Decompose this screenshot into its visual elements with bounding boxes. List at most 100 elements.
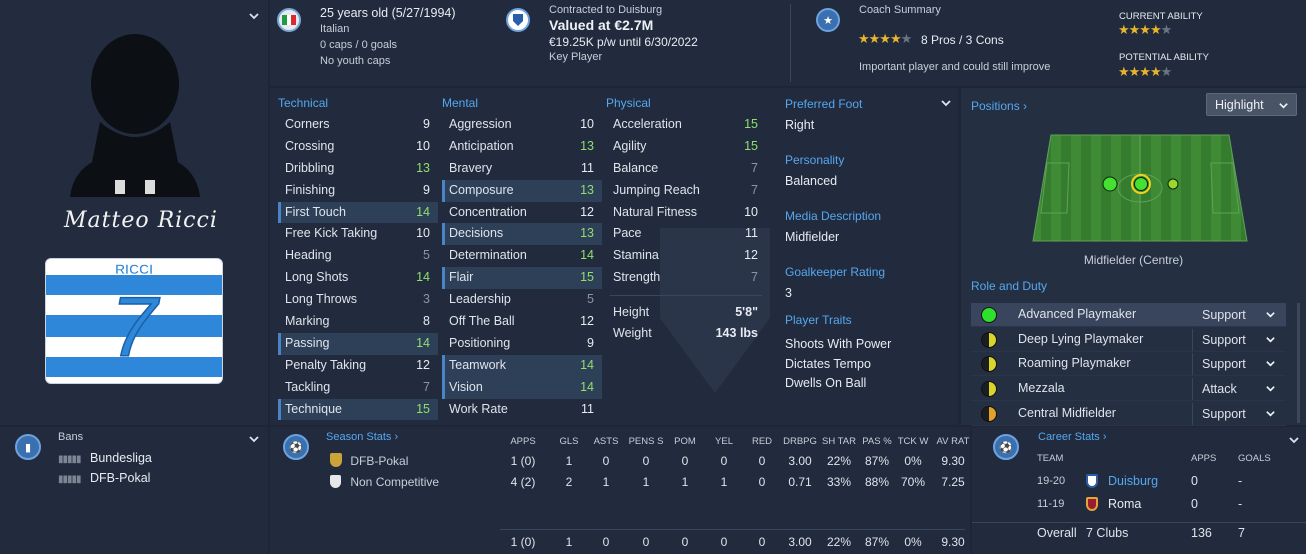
season-column-header[interactable]: DRBPG	[780, 436, 820, 447]
attribute-value: 13	[416, 160, 430, 175]
season-column-header[interactable]: PENS S	[626, 436, 666, 447]
attribute-row[interactable]: Free Kick Taking 10	[278, 223, 438, 245]
duty-dropdown[interactable]: Support	[1192, 304, 1284, 326]
role-row[interactable]: Roaming Playmaker Support	[971, 352, 1286, 376]
season-total-cell: 0%	[904, 535, 922, 549]
attribute-label: Concentration	[449, 204, 527, 219]
comp-row[interactable]: Non Competitive	[330, 475, 439, 489]
season-column-header[interactable]: PAS %	[857, 436, 897, 447]
technical-rows: Corners 9 Crossing 10 Dribbling 13 Finishing 9 F…	[278, 114, 438, 421]
attribute-label: Strength	[613, 270, 661, 285]
attribute-row[interactable]: Work Rate 11	[442, 399, 602, 421]
duty-label: Support	[1202, 357, 1246, 371]
personality-value: Balanced	[785, 174, 838, 188]
attribute-row[interactable]: Penalty Taking 12	[278, 355, 438, 377]
season-total-cell: 1 (0)	[510, 535, 536, 549]
attribute-row[interactable]: Jumping Reach 7	[606, 180, 766, 202]
attribute-label: Natural Fitness	[613, 204, 698, 219]
attribute-row[interactable]: Composure 13	[442, 179, 602, 202]
attribute-label: Anticipation	[449, 138, 514, 153]
chevron-down-icon[interactable]	[248, 10, 260, 22]
attribute-row[interactable]: Agility 15	[606, 136, 766, 158]
col-team: TEAM	[1037, 453, 1064, 464]
duty-dropdown[interactable]: Support	[1192, 329, 1284, 351]
duty-dropdown[interactable]: Attack	[1192, 378, 1284, 400]
attribute-row[interactable]: Aggression 10	[442, 114, 602, 136]
attribute-row[interactable]: Crossing 10	[278, 136, 438, 158]
season-column-header[interactable]: SH TAR	[819, 436, 859, 447]
player-traits-label[interactable]: Player Traits	[785, 313, 852, 327]
attribute-row[interactable]: Anticipation 13	[442, 136, 602, 158]
comp-row[interactable]: DFB-Pokal	[330, 453, 408, 468]
season-stats-link[interactable]: Season Stats ›	[326, 431, 398, 443]
coach-summary-title: Coach Summary	[859, 4, 941, 16]
season-stat-cell: 0%	[904, 454, 922, 468]
attribute-row[interactable]: Acceleration 15	[606, 114, 766, 136]
chevron-down-icon[interactable]	[940, 97, 952, 109]
attribute-row[interactable]: Tackling 7	[278, 377, 438, 399]
role-row[interactable]: Mezzala Attack	[971, 377, 1286, 401]
role-row[interactable]: Central Midfielder Support	[971, 402, 1286, 426]
season-column-header[interactable]: RED	[742, 436, 782, 447]
attribute-row[interactable]: First Touch 14	[278, 201, 438, 224]
attribute-row[interactable]: Bravery 11	[442, 158, 602, 180]
season-column-header[interactable]: TCK W	[893, 436, 933, 447]
attribute-label: Decisions	[449, 226, 504, 241]
chevron-down-icon	[1266, 337, 1275, 343]
position-dot	[1167, 178, 1179, 190]
star-icon: ★★★★	[1118, 22, 1162, 37]
career-row[interactable]: 11-19 Roma 0 -	[972, 493, 1306, 515]
pros-cons[interactable]: 8 Pros / 3 Cons	[921, 33, 1004, 47]
attribute-row[interactable]: Flair 15	[442, 267, 602, 290]
attribute-row[interactable]: Off The Ball 12	[442, 311, 602, 333]
season-column-header[interactable]: AV RAT	[933, 436, 973, 447]
season-column-header[interactable]: APPS	[503, 436, 543, 447]
attribute-row[interactable]: Corners 9	[278, 114, 438, 136]
attribute-row[interactable]: Concentration 12	[442, 202, 602, 224]
career-apps: 0	[1191, 474, 1198, 488]
season-total-cell: 87%	[864, 535, 890, 549]
attribute-row[interactable]: Balance 7	[606, 158, 766, 180]
duty-label: Attack	[1202, 382, 1237, 396]
preferred-foot-value: Right	[785, 118, 815, 132]
attribute-row[interactable]: Determination 14	[442, 245, 602, 267]
attribute-row[interactable]: Dribbling 13	[278, 158, 438, 180]
career-row[interactable]: 19-20 Duisburg 0 -	[972, 470, 1306, 492]
season-column-header[interactable]: POM	[665, 436, 705, 447]
attribute-row[interactable]: Positioning 9	[442, 333, 602, 355]
positions-link[interactable]: Positions ›	[971, 99, 1027, 113]
chevron-down-icon[interactable]	[1288, 434, 1300, 446]
season-column-header[interactable]: YEL	[704, 436, 744, 447]
personality-label: Personality	[785, 153, 845, 167]
attribute-row[interactable]: Stamina 12	[606, 245, 766, 267]
attribute-row[interactable]: Teamwork 14	[442, 354, 602, 377]
duty-dropdown[interactable]: Support	[1192, 403, 1284, 425]
attribute-row[interactable]: Decisions 13	[442, 223, 602, 246]
roles-scrollbar[interactable]	[1297, 303, 1300, 423]
attribute-value: 15	[580, 270, 594, 285]
duty-dropdown[interactable]: Support	[1192, 353, 1284, 375]
attribute-row[interactable]: Long Throws 3	[278, 289, 438, 311]
attribute-value: 7	[751, 182, 758, 197]
career-stats-link[interactable]: Career Stats ›	[1038, 431, 1106, 443]
role-row[interactable]: Deep Lying Playmaker Support	[971, 328, 1286, 352]
attribute-row[interactable]: Heading 5	[278, 245, 438, 267]
attribute-row[interactable]: Passing 14	[278, 332, 438, 355]
season-column-header[interactable]: GLS	[549, 436, 589, 447]
season-total-cell: 1	[565, 535, 573, 549]
attribute-row[interactable]: Finishing 9	[278, 180, 438, 202]
role-row[interactable]: Advanced Playmaker Support	[971, 303, 1286, 327]
attribute-row[interactable]: Leadership 5	[442, 289, 602, 311]
attribute-row[interactable]: Technique 15	[278, 398, 438, 421]
attribute-row[interactable]: Vision 14	[442, 376, 602, 399]
attribute-row[interactable]: Pace 11	[606, 223, 766, 245]
attribute-label: Marking	[285, 314, 330, 329]
attribute-row[interactable]: Long Shots 14	[278, 267, 438, 289]
attribute-row[interactable]: Strength 7	[606, 267, 766, 289]
season-column-header[interactable]: ASTS	[586, 436, 626, 447]
attribute-row[interactable]: Marking 8	[278, 311, 438, 333]
chevron-down-icon[interactable]	[248, 433, 260, 445]
attribute-row[interactable]: Natural Fitness 10	[606, 202, 766, 224]
role-suitability-icon	[981, 356, 997, 372]
highlight-dropdown[interactable]: Highlight	[1206, 93, 1297, 116]
